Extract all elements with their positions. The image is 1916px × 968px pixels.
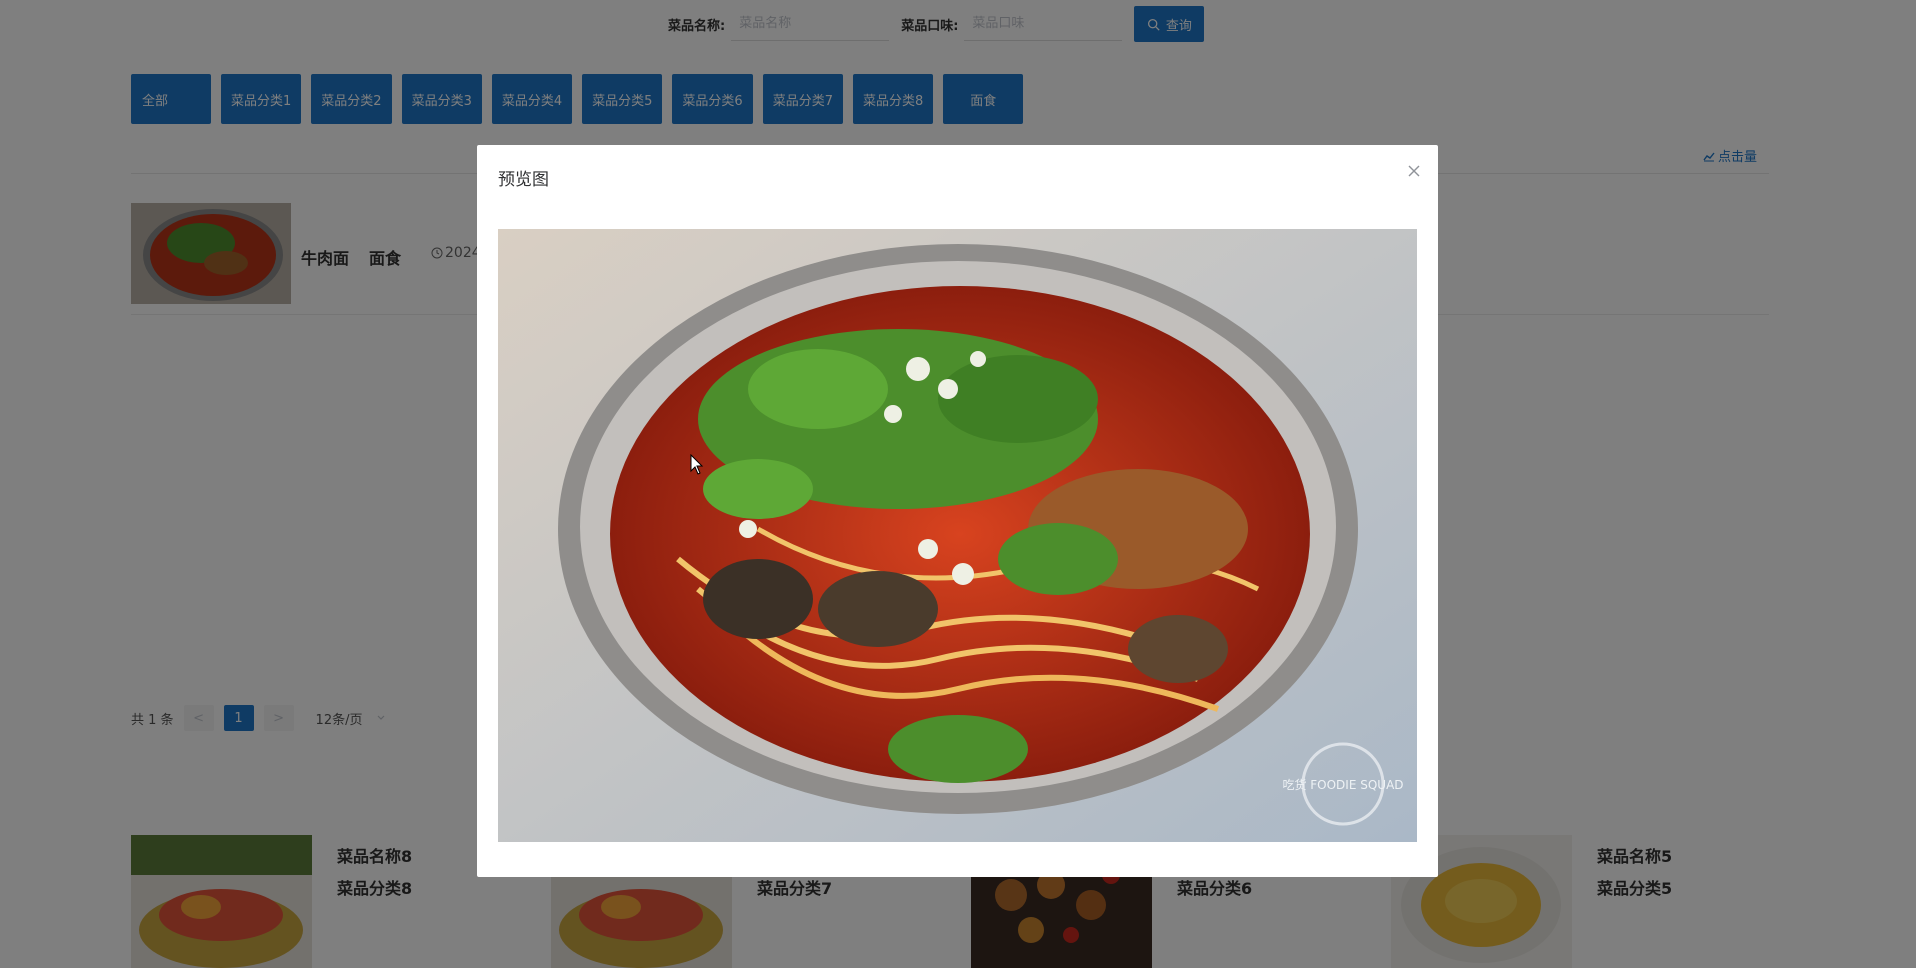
mouse-cursor-icon [690, 454, 704, 475]
dialog-title: 预览图 [498, 170, 549, 190]
close-icon[interactable] [1406, 163, 1422, 179]
noodle-bowl-preview-image: 吃货 FOODIE SQUAD [498, 229, 1417, 842]
watermark-text: 吃货 FOODIE SQUAD [1282, 777, 1403, 792]
preview-image: 吃货 FOODIE SQUAD [498, 229, 1417, 842]
preview-dialog: 预览图 吃货 FOODIE SQUAD [477, 145, 1438, 877]
